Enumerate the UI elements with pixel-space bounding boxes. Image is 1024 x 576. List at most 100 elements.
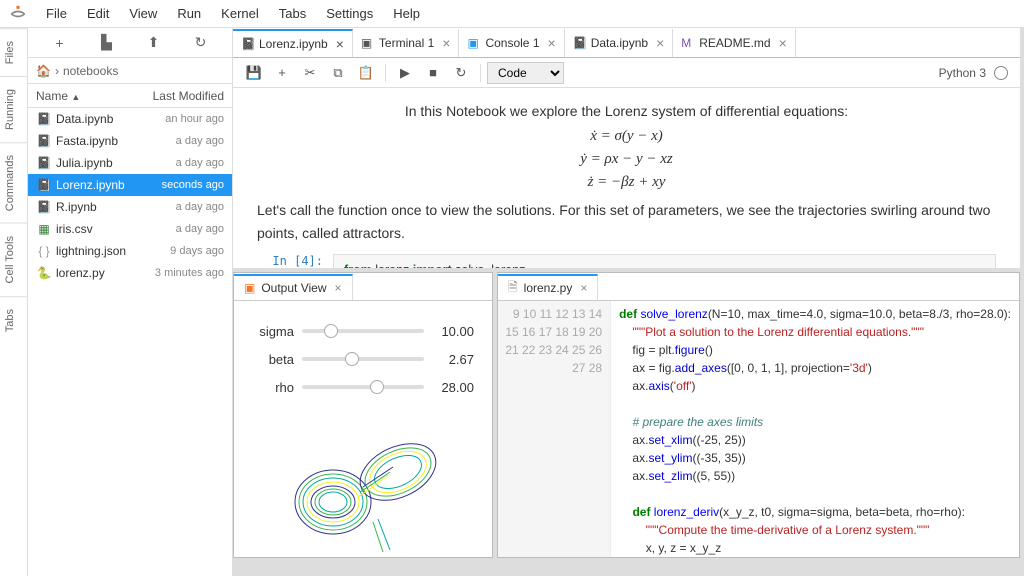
menu-kernel[interactable]: Kernel — [211, 2, 269, 25]
file-row[interactable]: 📓Data.ipynban hour ago — [28, 108, 232, 130]
sidetab-cell-tools[interactable]: Cell Tools — [0, 223, 27, 296]
editor-panel: 🗎 lorenz.py × 9 10 11 12 13 14 15 16 17 … — [497, 272, 1020, 558]
file-name: lightning.json — [56, 244, 170, 258]
save-button[interactable]: 💾 — [241, 62, 267, 84]
run-button[interactable]: ▶ — [392, 62, 418, 84]
file-icon: 📓 — [36, 112, 52, 126]
menu-view[interactable]: View — [119, 2, 167, 25]
menu-edit[interactable]: Edit — [77, 2, 119, 25]
menu-file[interactable]: File — [36, 2, 77, 25]
new-launcher-button[interactable]: + — [48, 35, 72, 51]
file-icon: ▦ — [36, 222, 52, 236]
menu-settings[interactable]: Settings — [316, 2, 383, 25]
file-modified: 3 minutes ago — [155, 267, 224, 279]
equation-2: ẏ = ρx − y − xz — [257, 151, 996, 168]
tab-lorenz-ipynb[interactable]: 📓Lorenz.ipynb× — [233, 29, 353, 57]
restart-button[interactable]: ↻ — [448, 62, 474, 84]
markdown-text-2[interactable]: Let's call the function once to view the… — [257, 199, 996, 244]
slider-thumb[interactable] — [345, 352, 359, 366]
column-header-modified[interactable]: Last Modified — [153, 89, 224, 103]
close-icon[interactable]: × — [442, 35, 450, 51]
file-row[interactable]: ▦iris.csva day ago — [28, 218, 232, 240]
file-modified: a day ago — [176, 157, 224, 169]
close-icon[interactable]: × — [335, 281, 342, 295]
slider-sigma[interactable]: sigma10.00 — [252, 317, 474, 345]
insert-cell-button[interactable]: + — [269, 62, 295, 84]
slider-track[interactable] — [302, 385, 424, 389]
celltype-select[interactable]: Code — [487, 62, 564, 84]
slider-value: 2.67 — [424, 352, 474, 367]
filebrowser-toolbar: + ▙ ⬆ ↻ — [28, 28, 232, 58]
file-icon: { } — [36, 244, 52, 258]
code-cell[interactable]: In [4]: from lorenz import solve_lorenz … — [257, 254, 996, 268]
output-view-tab[interactable]: ▣ Output View × — [234, 274, 353, 300]
editor-tab[interactable]: 🗎 lorenz.py × — [498, 274, 598, 300]
code-content[interactable]: def solve_lorenz(N=10, max_time=4.0, sig… — [611, 301, 1019, 557]
slider-thumb[interactable] — [370, 380, 384, 394]
sidetab-running[interactable]: Running — [0, 76, 27, 142]
markdown-text[interactable]: In this Notebook we explore the Lorenz s… — [257, 100, 996, 122]
close-icon[interactable]: × — [580, 281, 587, 295]
file-modified: 9 days ago — [170, 245, 224, 257]
stop-button[interactable]: ■ — [420, 62, 446, 84]
jupyter-logo — [8, 4, 28, 24]
kernel-indicator[interactable] — [994, 66, 1008, 80]
tab-readme-md[interactable]: MREADME.md× — [673, 29, 796, 57]
close-icon[interactable]: × — [656, 35, 664, 51]
left-sidebar-tabs: FilesRunningCommandsCell ToolsTabs — [0, 28, 28, 576]
slider-beta[interactable]: beta 2.67 — [252, 345, 474, 373]
paste-button[interactable]: 📋 — [353, 62, 379, 84]
file-name: lorenz.py — [56, 266, 155, 280]
main-tabbar: 📓Lorenz.ipynb×▣Terminal 1×▣Console 1×📓Da… — [233, 28, 1020, 58]
close-icon[interactable]: × — [779, 35, 787, 51]
main-menubar: FileEditViewRunKernelTabsSettingsHelp — [0, 0, 1024, 28]
tab-icon: 📓 — [241, 37, 255, 51]
sidetab-files[interactable]: Files — [0, 28, 27, 76]
slider-track[interactable] — [302, 329, 424, 333]
breadcrumb[interactable]: 🏠 › notebooks — [28, 58, 232, 84]
input-prompt: In [4]: — [257, 254, 333, 268]
menu-run[interactable]: Run — [167, 2, 211, 25]
file-row[interactable]: 🐍lorenz.py3 minutes ago — [28, 262, 232, 284]
file-name: Lorenz.ipynb — [56, 178, 162, 192]
tab-label: README.md — [699, 36, 770, 50]
kernel-name[interactable]: Python 3 — [939, 66, 986, 80]
file-row[interactable]: 📓Fasta.ipynba day ago — [28, 130, 232, 152]
tab-terminal-1[interactable]: ▣Terminal 1× — [353, 29, 460, 57]
slider-track[interactable] — [302, 357, 424, 361]
file-list: 📓Data.ipynban hour ago📓Fasta.ipynba day … — [28, 108, 232, 576]
menu-tabs[interactable]: Tabs — [269, 2, 316, 25]
tab-console-1[interactable]: ▣Console 1× — [459, 29, 564, 57]
file-row[interactable]: { } lightning.json9 days ago — [28, 240, 232, 262]
file-browser-panel: + ▙ ⬆ ↻ 🏠 › notebooks Name ▲ Last Modifi… — [28, 28, 233, 576]
code-input[interactable]: from lorenz import solve_lorenz t, x_t =… — [333, 254, 996, 268]
sidetab-commands[interactable]: Commands — [0, 142, 27, 223]
file-row[interactable]: 📓R.ipynba day ago — [28, 196, 232, 218]
slider-thumb[interactable] — [324, 324, 338, 338]
notebook-body[interactable]: In this Notebook we explore the Lorenz s… — [233, 88, 1020, 268]
cut-button[interactable]: ✂ — [297, 62, 323, 84]
slider-rho[interactable]: rho28.00 — [252, 373, 474, 401]
copy-button[interactable]: ⧉ — [325, 62, 351, 84]
column-header-name[interactable]: Name ▲ — [36, 89, 153, 103]
file-name: Julia.ipynb — [56, 156, 176, 170]
equation-1: ẋ = σ(y − x) — [257, 128, 996, 145]
upload-button[interactable]: ⬆ — [142, 34, 166, 51]
file-row[interactable]: 📓Julia.ipynba day ago — [28, 152, 232, 174]
breadcrumb-folder[interactable]: notebooks — [63, 64, 118, 78]
refresh-button[interactable]: ↻ — [189, 34, 213, 51]
close-icon[interactable]: × — [336, 36, 344, 52]
file-name: Data.ipynb — [56, 112, 165, 126]
menu-help[interactable]: Help — [383, 2, 430, 25]
tab-data-ipynb[interactable]: 📓Data.ipynb× — [565, 29, 674, 57]
code-editor[interactable]: 9 10 11 12 13 14 15 16 17 18 19 20 21 22… — [498, 301, 1019, 557]
file-name: iris.csv — [56, 222, 176, 236]
file-icon: 📓 — [36, 200, 52, 214]
file-row[interactable]: 📓Lorenz.ipynbseconds ago — [28, 174, 232, 196]
sidetab-tabs[interactable]: Tabs — [0, 296, 27, 344]
slider-label: beta — [252, 352, 302, 367]
close-icon[interactable]: × — [548, 35, 556, 51]
new-folder-button[interactable]: ▙ — [95, 34, 119, 51]
slider-label: sigma — [252, 324, 302, 339]
home-icon[interactable]: 🏠 — [36, 64, 51, 78]
